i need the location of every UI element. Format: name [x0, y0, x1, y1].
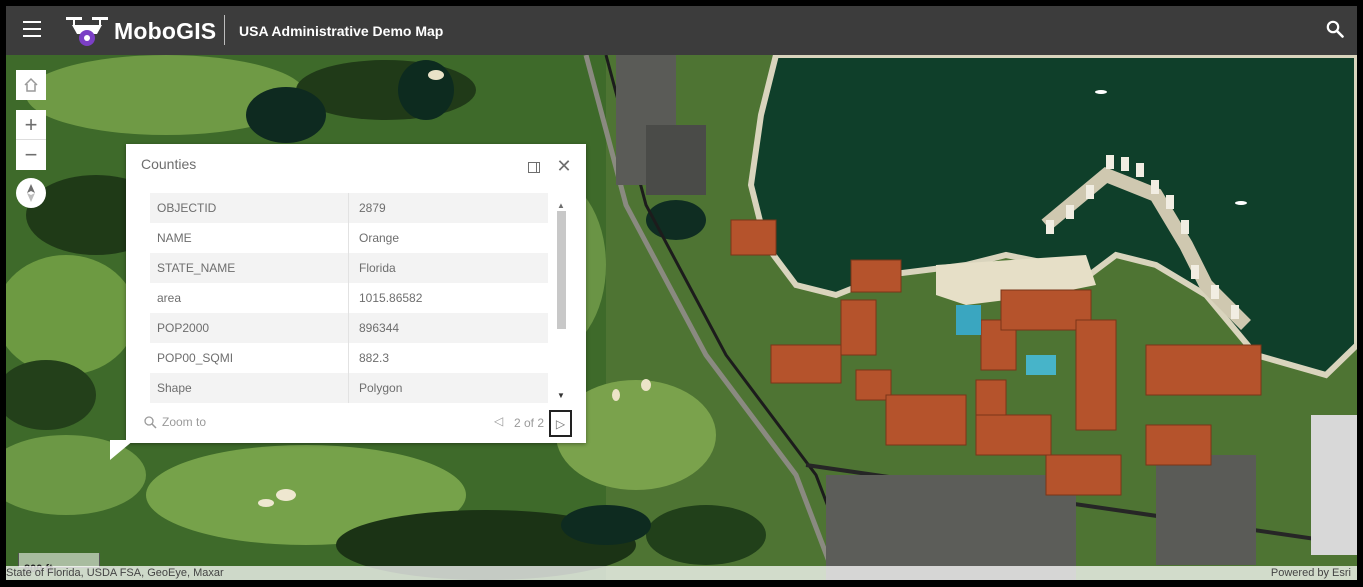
close-icon[interactable]: ✕ — [556, 157, 572, 175]
table-row: POP00_SQMI 882.3 — [150, 343, 548, 373]
attribute-key: POP2000 — [150, 313, 349, 343]
popup-pointer — [110, 440, 134, 460]
map-view[interactable]: + − Counties ✕ OBJECTID 2879 NAME Orange… — [6, 55, 1357, 580]
attribute-value: 1015.86582 — [359, 291, 423, 305]
dock-icon[interactable] — [528, 162, 540, 173]
menu-icon[interactable] — [23, 21, 41, 37]
mobogis-logo — [66, 17, 108, 46]
table-row: Shape Polygon — [150, 373, 548, 403]
previous-feature-icon[interactable]: ◁ — [494, 414, 503, 428]
attribute-value: 2879 — [359, 201, 386, 215]
zoom-in-button[interactable]: + — [16, 110, 46, 140]
popup-footer: Zoom to ◁ 2 of 2 ▷ — [126, 410, 586, 442]
pager-count: 2 of 2 — [514, 416, 545, 430]
table-row: POP2000 896344 — [150, 313, 548, 343]
header-divider — [224, 15, 225, 45]
table-row: area 1015.86582 — [150, 283, 548, 313]
attribute-value: 882.3 — [359, 351, 390, 365]
zoom-to-button[interactable]: Zoom to — [144, 415, 206, 429]
attribute-value: 896344 — [359, 321, 400, 335]
app-header: MoboGIS USA Administrative Demo Map — [6, 6, 1357, 55]
compass-button[interactable] — [16, 178, 46, 208]
app-frame: MoboGIS USA Administrative Demo Map + − … — [0, 0, 1363, 587]
brand-name: MoboGIS — [114, 18, 217, 44]
search-icon[interactable] — [1326, 20, 1344, 38]
compass-icon — [27, 184, 35, 202]
attribute-value: Florida — [359, 261, 396, 275]
attribution-bar: State of Florida, USDA FSA, GeoEye, Maxa… — [6, 566, 1357, 580]
attribute-key: Shape — [150, 373, 349, 403]
feature-popup: Counties ✕ OBJECTID 2879 NAME Orange STA… — [126, 144, 586, 443]
table-row: OBJECTID 2879 — [150, 193, 548, 223]
attribute-key: POP00_SQMI — [150, 343, 349, 373]
scrollbar-thumb[interactable] — [557, 211, 566, 329]
zoom-out-button[interactable]: − — [16, 140, 46, 170]
home-icon — [24, 77, 38, 92]
app-title: USA Administrative Demo Map — [239, 23, 444, 39]
minus-icon: − — [24, 142, 38, 167]
attribute-key: OBJECTID — [150, 193, 349, 223]
home-button[interactable] — [16, 70, 46, 100]
attribute-table: OBJECTID 2879 NAME Orange STATE_NAME Flo… — [150, 193, 548, 403]
attribute-value: Orange — [359, 231, 400, 245]
attribute-key: NAME — [150, 223, 349, 253]
scroll-down-icon[interactable]: ▼ — [557, 391, 565, 400]
zoom-to-label: Zoom to — [162, 415, 207, 429]
table-row: NAME Orange — [150, 223, 548, 253]
attribute-key: area — [150, 283, 349, 313]
table-row: STATE_NAME Florida — [150, 253, 548, 283]
next-feature-button[interactable]: ▷ — [549, 410, 572, 437]
popup-scrollbar[interactable]: ▲ ▼ — [557, 201, 566, 400]
next-arrow-icon: ▷ — [555, 416, 566, 431]
scroll-up-icon[interactable]: ▲ — [557, 201, 565, 210]
powered-by-link[interactable]: Powered by Esri — [1271, 567, 1351, 579]
zoom-magnifier-icon — [144, 415, 157, 429]
popup-title: Counties — [141, 156, 197, 172]
attribute-key: STATE_NAME — [150, 253, 349, 283]
attribution-text: State of Florida, USDA FSA, GeoEye, Maxa… — [6, 567, 224, 579]
plus-icon: + — [24, 111, 38, 137]
attribute-value: Polygon — [359, 381, 403, 395]
